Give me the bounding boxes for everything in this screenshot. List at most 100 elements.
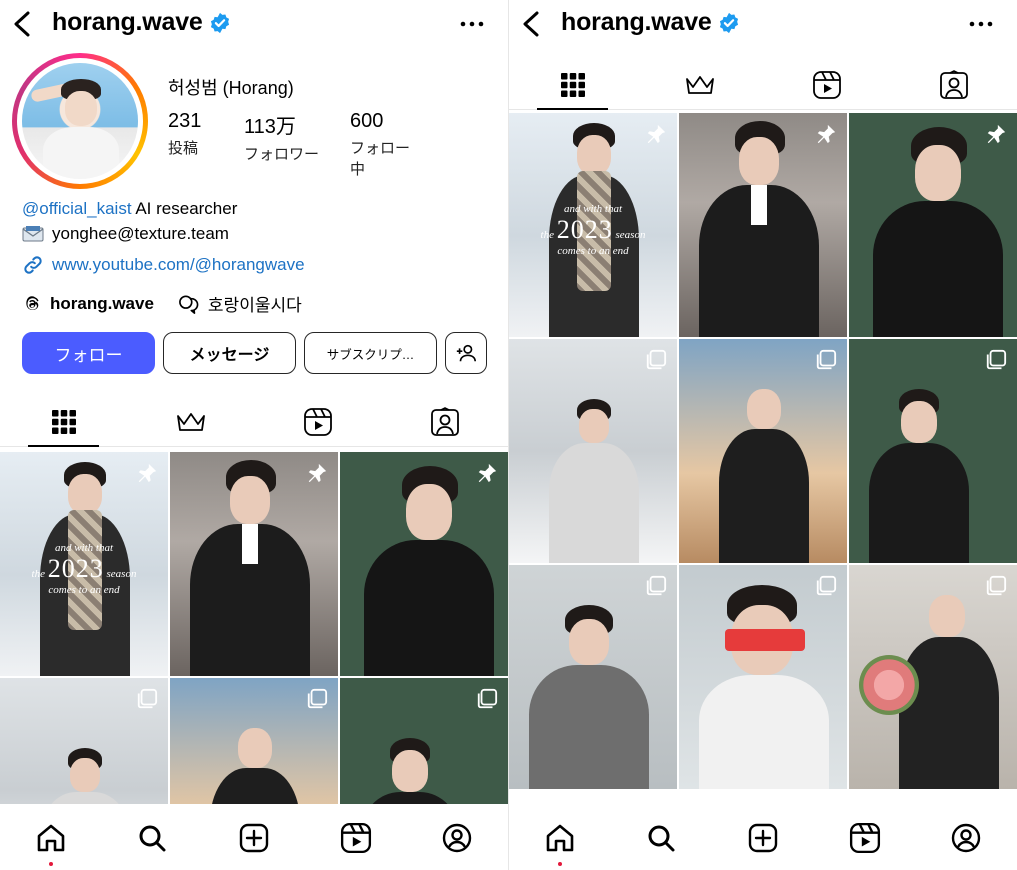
stat-value: 113万	[244, 116, 296, 138]
stat-posts[interactable]: 231 投稿	[168, 110, 238, 179]
profile-icon	[951, 823, 981, 853]
display-name: 허성범 (Horang)	[168, 78, 294, 98]
bio-link-row[interactable]: www.youtube.com/@horangwave	[22, 252, 305, 277]
caption-line: and with that	[563, 202, 623, 215]
nav-profile[interactable]	[440, 822, 474, 856]
reels-icon	[340, 822, 371, 854]
pin-icon	[817, 124, 836, 144]
tab-tagged[interactable]	[381, 397, 508, 446]
bio-email: yonghee@texture.team	[52, 224, 229, 243]
reels-icon	[812, 70, 841, 99]
threads-icon	[26, 295, 39, 310]
post-thumbnail[interactable]	[509, 565, 677, 789]
profile-screen-right: horang.wave and with that the 2023 seaso…	[509, 0, 1017, 870]
nav-create[interactable]	[237, 822, 271, 856]
avatar	[22, 63, 138, 179]
create-post-icon	[748, 823, 778, 853]
post-thumbnail[interactable]: and with that the 2023 season comes to a…	[509, 113, 677, 337]
tab-tagged[interactable]	[890, 60, 1017, 109]
tab-exclusive[interactable]	[636, 60, 763, 109]
nav-search[interactable]	[135, 822, 169, 856]
caption-year: 2023	[556, 214, 613, 244]
stat-label: フォロワー	[244, 146, 320, 163]
stat-followers[interactable]: 113万 フォロワー	[244, 110, 344, 179]
pin-icon	[478, 463, 497, 483]
carousel-icon	[477, 688, 498, 709]
post-thumbnail[interactable]	[849, 113, 1017, 337]
reels-icon	[303, 407, 332, 436]
tab-reels[interactable]	[254, 397, 381, 446]
tab-posts-grid[interactable]	[0, 397, 127, 447]
tab-exclusive[interactable]	[127, 397, 254, 446]
post-thumbnail[interactable]	[679, 339, 847, 563]
nav-home[interactable]	[34, 822, 68, 866]
reels-icon	[849, 822, 880, 854]
username-title: horang.wave	[52, 8, 231, 37]
pin-icon	[138, 463, 157, 483]
top-bar: horang.wave	[0, 0, 508, 48]
post-caption-overlay: and with that the 2023 season comes to a…	[509, 203, 677, 257]
suggest-users-button[interactable]	[445, 332, 487, 374]
nav-profile[interactable]	[949, 822, 983, 856]
stat-following[interactable]: 600 フォロー中	[350, 110, 420, 179]
tab-posts-grid[interactable]	[509, 60, 636, 110]
notification-dot	[557, 862, 562, 866]
crown-icon	[176, 412, 205, 431]
bio-line-1: @official_kaist AI researcher	[22, 196, 305, 221]
post-thumbnail[interactable]	[849, 339, 1017, 563]
profile-tabs	[0, 397, 508, 447]
caption-season: season	[615, 228, 646, 241]
home-icon	[37, 824, 65, 852]
carousel-icon	[986, 349, 1007, 370]
carousel-icon	[646, 575, 667, 596]
post-thumbnail[interactable]	[509, 339, 677, 563]
nav-search[interactable]	[644, 822, 678, 856]
story-ring[interactable]	[12, 53, 148, 189]
website-link[interactable]: www.youtube.com/@horangwave	[52, 252, 305, 277]
tagged-person-icon	[430, 406, 459, 436]
stat-label: フォロー中	[350, 140, 411, 178]
carousel-icon	[816, 575, 837, 596]
post-thumbnail[interactable]	[340, 452, 508, 676]
username: horang.wave	[52, 8, 203, 36]
nav-home[interactable]	[543, 822, 577, 866]
threads-row: horang.wave 호랑이울시다	[22, 291, 302, 316]
back-icon[interactable]	[10, 10, 34, 38]
more-options-icon[interactable]	[967, 14, 995, 34]
post-thumbnail[interactable]	[679, 113, 847, 337]
message-button[interactable]: メッセージ	[163, 332, 296, 374]
profile-stats: 231 投稿 113万 フォロワー 600 フォロー中	[168, 110, 426, 179]
username-title: horang.wave	[561, 8, 740, 37]
profile-tag[interactable]: 호랑이울시다	[208, 291, 302, 316]
bottom-nav	[509, 804, 1017, 870]
follow-button[interactable]: フォロー	[22, 332, 155, 374]
username: horang.wave	[561, 8, 712, 36]
link-icon	[24, 255, 42, 274]
chat-bubbles-icon	[179, 294, 199, 314]
post-thumbnail[interactable]: and with that the 2023 season comes to a…	[0, 452, 168, 676]
post-thumbnail[interactable]	[679, 565, 847, 789]
action-buttons: フォロー メッセージ サブスクリプ…	[22, 332, 487, 374]
post-thumbnail[interactable]	[849, 565, 1017, 789]
more-options-icon[interactable]	[458, 14, 486, 34]
nav-create[interactable]	[746, 822, 780, 856]
posts-grid: and with that the 2023 season comes to a…	[509, 113, 1017, 789]
search-icon	[648, 825, 675, 852]
home-icon	[546, 824, 574, 852]
pin-icon	[647, 124, 666, 144]
nav-reels[interactable]	[848, 822, 882, 856]
tab-reels[interactable]	[763, 60, 890, 109]
subscribe-button[interactable]: サブスクリプ…	[304, 332, 437, 374]
mention-link[interactable]: @official_kaist	[22, 199, 132, 218]
post-thumbnail[interactable]	[170, 452, 338, 676]
back-icon[interactable]	[519, 10, 543, 38]
carousel-icon	[137, 688, 158, 709]
pin-icon	[308, 463, 327, 483]
carousel-icon	[816, 349, 837, 370]
create-post-icon	[239, 823, 269, 853]
carousel-icon	[646, 349, 667, 370]
stat-value: 231	[168, 110, 202, 132]
threads-handle[interactable]: horang.wave	[50, 294, 154, 314]
nav-reels[interactable]	[339, 822, 373, 856]
caption-line: comes to an end	[557, 244, 629, 257]
